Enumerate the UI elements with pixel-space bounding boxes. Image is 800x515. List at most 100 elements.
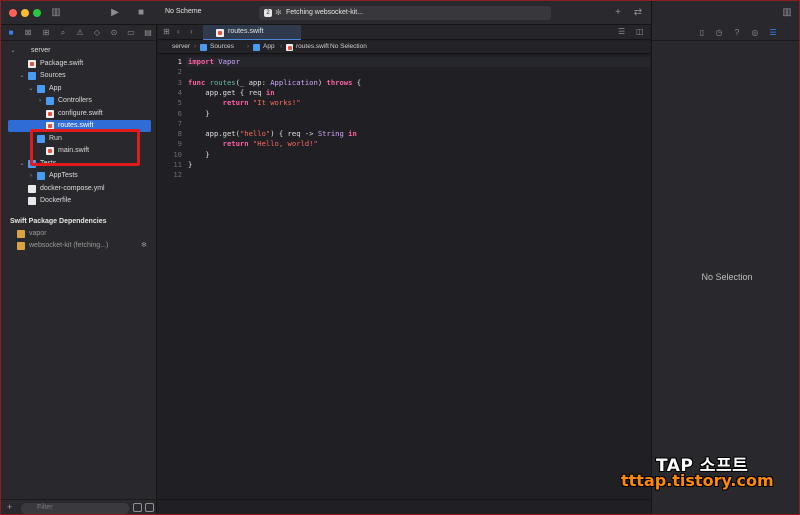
grid-icon[interactable]: ⊞ — [163, 27, 170, 36]
file-tree-label: Dockerfile — [40, 197, 72, 204]
line-number: 1 — [177, 57, 182, 66]
editor-bottom-bar — [158, 499, 650, 514]
file-tree-label: routes.swift — [58, 122, 94, 129]
forward-icon[interactable]: › — [190, 27, 193, 36]
zoom-window-button[interactable] — [33, 9, 41, 17]
identity-inspector-icon[interactable]: ◎ — [750, 28, 760, 38]
report-navigator-icon[interactable]: ▤ — [143, 28, 153, 38]
source-editor: ⊞ ‹ › routes.swift ☰ ◫ server › Sources › Ap… — [158, 25, 650, 514]
file-tree-item[interactable]: Package.swift — [1, 58, 157, 70]
code-line[interactable]: } — [188, 160, 192, 170]
scm-filter-icon[interactable] — [145, 503, 154, 512]
close-window-button[interactable] — [9, 9, 17, 17]
file-tree-item[interactable]: › AppTests — [1, 170, 157, 182]
split-editor-icon[interactable]: ◫ — [636, 27, 644, 36]
inspector-tabs: ▯ ◷ ? ◎ ☰ — [652, 25, 799, 41]
code-line[interactable]: return "Hello, world!" — [188, 139, 318, 149]
file-tree-item[interactable]: Dockerfile — [1, 195, 157, 207]
line-number: 4 — [177, 87, 182, 97]
symbol-navigator-icon[interactable]: ⊞ — [41, 28, 51, 38]
inspector-empty-label: No Selection — [701, 272, 753, 282]
file-tree-item[interactable]: ⌄ server — [1, 45, 157, 57]
file-tree-item[interactable]: ⌄ Sources — [1, 70, 157, 82]
run-icon[interactable]: ▶ — [108, 6, 122, 20]
disclosure-open-icon[interactable]: ⌄ — [27, 83, 35, 95]
add-file-icon[interactable]: + — [7, 502, 12, 512]
inspector-toggle-icon[interactable]: ▥ — [780, 6, 794, 20]
project-navigator: ■ ⊠ ⊞ ⌕ ⚠ ◇ ⊙ ▭ ▤ ⌄ server Package.swift ⌄ S… — [1, 25, 157, 514]
file-tree-item[interactable]: main.swift — [1, 145, 157, 157]
code-line[interactable]: func routes(_ app: Application) throws { — [188, 78, 361, 88]
source-control-icon[interactable]: ⊠ — [23, 28, 33, 38]
history-inspector-icon[interactable]: ◷ — [714, 28, 724, 38]
test-navigator-icon[interactable]: ◇ — [92, 28, 102, 38]
folder-icon — [46, 97, 54, 105]
file-inspector-icon[interactable]: ▯ — [697, 28, 707, 38]
swift-icon — [46, 122, 54, 130]
chevron-right-icon: › — [280, 43, 283, 50]
package-icon — [17, 230, 25, 238]
swap-icon[interactable]: ⇄ — [631, 6, 645, 20]
recent-filter-icon[interactable] — [133, 503, 142, 512]
swift-icon — [286, 44, 293, 51]
editor-options-icon[interactable]: ☰ — [618, 27, 625, 36]
file-tree-label: Sources — [40, 72, 66, 79]
dependency-label: vapor — [29, 230, 47, 237]
file-tree-item[interactable]: routes.swift — [8, 120, 151, 132]
breakpoint-navigator-icon[interactable]: ▭ — [126, 28, 136, 38]
project-navigator-folder-icon[interactable]: ■ — [6, 28, 16, 38]
disclosure-open-icon[interactable]: ⌄ — [18, 158, 26, 170]
scheme-selector[interactable]: No Scheme — [165, 8, 202, 15]
tab-label: routes.swift — [228, 28, 264, 35]
inspector-toolbar: ▥ — [652, 1, 799, 25]
doc-icon — [28, 197, 36, 205]
file-tree-item[interactable]: configure.swift — [1, 108, 157, 120]
file-tree-item[interactable]: ⌄ Tests — [1, 158, 157, 170]
package-icon — [19, 47, 27, 55]
disclosure-closed-icon[interactable]: › — [36, 95, 44, 107]
attributes-inspector-icon[interactable]: ☰ — [768, 28, 778, 38]
line-number: 3 — [177, 77, 182, 87]
file-tree-item[interactable]: ⌄ App — [1, 83, 157, 95]
line-number: 7 — [177, 118, 182, 128]
code-line[interactable]: app.get("hello") { req -> String in — [188, 129, 357, 139]
watermark-url: tttap.tistory.com — [621, 471, 774, 490]
inspector-panel: ▥ ▯ ◷ ? ◎ ☰ No Selection — [651, 1, 799, 514]
folder-icon — [37, 134, 45, 143]
filter-placeholder: Filter — [37, 504, 53, 511]
file-tree-item[interactable]: docker-compose.yml — [1, 183, 157, 195]
activity-count-badge: 2 — [264, 9, 272, 17]
stop-icon[interactable]: ■ — [134, 6, 148, 20]
line-number: 10 — [173, 149, 182, 159]
line-number: 12 — [173, 170, 182, 180]
code-line[interactable]: } — [188, 109, 209, 119]
file-tree-item[interactable]: › Controllers — [1, 95, 157, 107]
add-icon[interactable]: + — [611, 6, 625, 20]
chevron-right-icon: › — [194, 43, 197, 50]
tab-routes-swift[interactable]: routes.swift — [203, 25, 301, 40]
debug-navigator-icon[interactable]: ⊙ — [109, 28, 119, 38]
package-icon — [162, 44, 169, 51]
current-line-highlight — [186, 57, 650, 67]
disclosure-open-icon[interactable]: ⌄ — [27, 133, 35, 145]
file-tree-label: Tests — [40, 159, 57, 167]
dependency-label: websocket-kit (fetching...) — [29, 242, 109, 249]
minimize-window-button[interactable] — [21, 9, 29, 17]
back-icon[interactable]: ‹ — [177, 27, 180, 36]
code-line[interactable]: return "It works!" — [188, 98, 301, 108]
code-area[interactable]: 1 import Vapor 2 3 func routes(_ app: Applic… — [158, 57, 650, 477]
quick-help-icon[interactable]: ? — [732, 28, 742, 38]
filter-input[interactable]: Filter — [21, 503, 129, 514]
code-line[interactable]: import Vapor — [188, 57, 240, 67]
disclosure-closed-icon[interactable]: › — [27, 170, 35, 182]
code-line[interactable]: } — [188, 150, 209, 160]
issue-navigator-icon[interactable]: ⚠ — [75, 28, 85, 38]
find-navigator-icon[interactable]: ⌕ — [58, 28, 68, 38]
code-line[interactable]: app.get { req in — [188, 88, 274, 98]
disclosure-open-icon[interactable]: ⌄ — [9, 45, 17, 57]
line-number: 9 — [177, 139, 182, 149]
swift-icon — [46, 147, 54, 155]
file-tree-item[interactable]: ⌄ Run — [1, 133, 157, 145]
sidebar-toggle-icon[interactable]: ▥ — [49, 6, 63, 20]
disclosure-open-icon[interactable]: ⌄ — [18, 70, 26, 82]
